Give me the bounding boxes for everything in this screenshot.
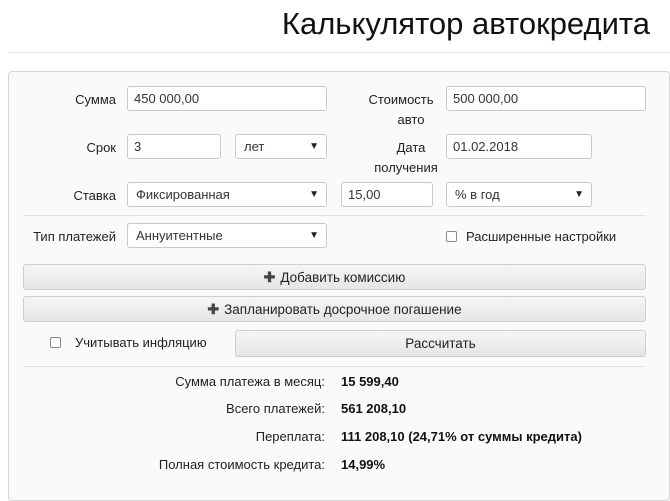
- add-commission-label: Добавить комиссию: [280, 270, 406, 285]
- rate-label: Ставка: [73, 188, 116, 203]
- rate-type-select[interactable]: Фиксированная ▼: [127, 182, 327, 207]
- plan-early-repayment-label: Запланировать досрочное погашение: [224, 302, 462, 317]
- car-cost-label-line2: авто: [397, 112, 425, 127]
- result-full-cost-value: 14,99%: [341, 457, 386, 472]
- receive-date-label-line1: Дата: [396, 140, 426, 155]
- plan-early-repayment-button[interactable]: ✚ Запланировать досрочное погашение: [23, 296, 646, 322]
- rate-input[interactable]: [341, 182, 433, 207]
- result-total-label: Всего платежей:: [226, 401, 325, 416]
- rate-type-value: Фиксированная: [136, 187, 230, 202]
- caret-down-icon: ▼: [309, 141, 319, 152]
- add-commission-button[interactable]: ✚ Добавить комиссию: [23, 264, 646, 290]
- page-title: Калькулятор автокредита: [281, 6, 650, 41]
- caret-down-icon: ▼: [309, 230, 319, 241]
- caret-down-icon: ▼: [309, 189, 319, 200]
- term-input[interactable]: [127, 134, 221, 159]
- amount-input[interactable]: [127, 86, 327, 111]
- result-monthly-label: Сумма платежа в месяц:: [175, 374, 325, 389]
- inflation-checkbox[interactable]: [50, 337, 61, 348]
- payment-type-select[interactable]: Аннуитентные ▼: [127, 223, 327, 248]
- term-unit-select[interactable]: лет ▼: [235, 134, 327, 159]
- receive-date-label-line2: получения: [374, 160, 438, 175]
- plus-icon: ✚: [207, 301, 220, 317]
- divider: [23, 366, 646, 367]
- title-divider: [8, 52, 670, 53]
- result-total-value: 561 208,10: [341, 401, 407, 416]
- payment-type-label: Тип платежей: [33, 229, 116, 244]
- plus-icon: ✚: [263, 269, 276, 285]
- result-overpayment-label: Переплата:: [255, 429, 325, 444]
- term-unit-value: лет: [244, 139, 265, 154]
- receive-date-input[interactable]: [446, 134, 592, 159]
- caret-down-icon: ▼: [574, 189, 584, 200]
- result-full-cost-label: Полная стоимость кредита:: [158, 457, 325, 472]
- receive-date-label: Дата получения: [362, 140, 440, 176]
- result-monthly-value: 15 599,40: [341, 374, 399, 389]
- amount-label: Сумма: [75, 92, 116, 107]
- inflation-label: Учитывать инфляцию: [75, 335, 207, 350]
- divider: [23, 215, 646, 216]
- advanced-settings-checkbox[interactable]: [446, 231, 457, 242]
- calculate-button[interactable]: Рассчитать: [235, 330, 646, 357]
- term-label: Срок: [86, 140, 116, 155]
- car-cost-label-line1: Стоимость: [368, 92, 434, 107]
- car-cost-label: Стоимость авто: [362, 92, 440, 128]
- car-cost-input[interactable]: [446, 86, 646, 111]
- payment-type-value: Аннуитентные: [136, 228, 223, 243]
- rate-unit-select[interactable]: % в год ▼: [446, 182, 592, 207]
- advanced-settings-label: Расширенные настройки: [466, 229, 617, 244]
- result-overpayment-value: 111 208,10 (24,71% от суммы кредита): [341, 429, 582, 444]
- rate-unit-value: % в год: [455, 187, 500, 202]
